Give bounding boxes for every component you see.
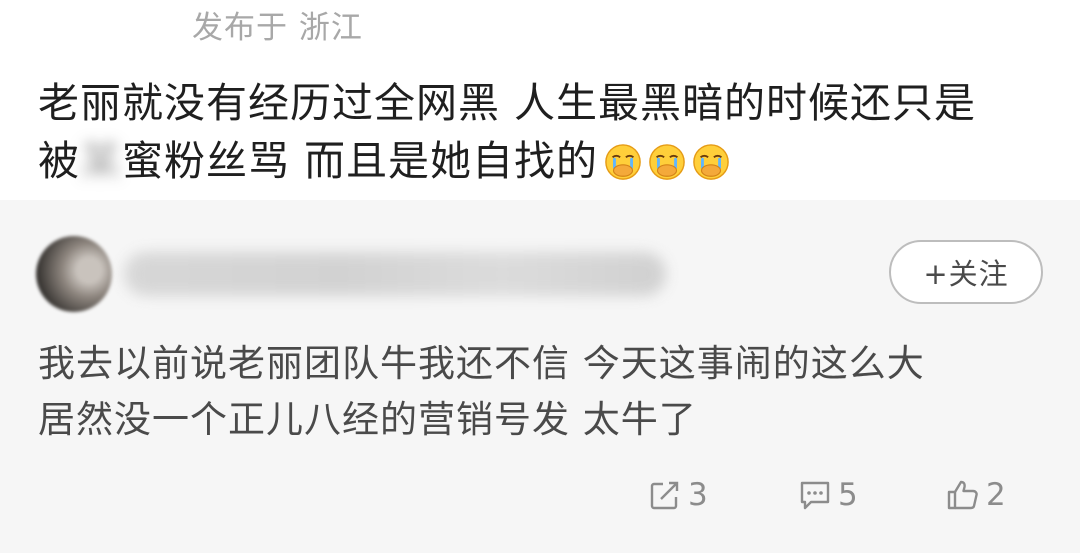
comment-button[interactable]: 5: [798, 470, 858, 520]
thumbs-up-icon: [947, 480, 978, 510]
cry-emoji-icon: [604, 138, 642, 180]
post-text-part: 被: [38, 137, 80, 185]
share-button[interactable]: 3: [648, 470, 708, 520]
repost-card[interactable]: +关注 我去以前说老丽团队牛我还不信 今天这事闹的这么大 居然没一个正儿八经的营…: [0, 200, 1080, 553]
repost-text-line-2: 居然没一个正儿八经的营销号发 太牛了: [38, 398, 697, 441]
post-text-part: 蜜粉丝骂 而且是她自找的: [122, 137, 599, 185]
repost-text-line-1: 我去以前说老丽团队牛我还不信 今天这事闹的这么大: [38, 342, 925, 385]
action-bar: 3 5 2: [0, 470, 1080, 520]
blurred-username[interactable]: [124, 252, 666, 296]
comment-count: 5: [838, 477, 858, 513]
post-text: 老丽就没有经历过全网黑 人生最黑暗的时候还只是 被某蜜粉丝骂 而且是她自找的: [38, 74, 1058, 190]
avatar[interactable]: [36, 236, 112, 312]
cry-emoji-icon: [648, 138, 686, 180]
repost-text: 我去以前说老丽团队牛我还不信 今天这事闹的这么大 居然没一个正儿八经的营销号发 …: [38, 336, 1048, 448]
share-count: 3: [688, 477, 708, 513]
cry-emoji-icon: [692, 138, 730, 180]
original-post: 发布于 浙江 老丽就没有经历过全网黑 人生最黑暗的时候还只是 被某蜜粉丝骂 而且…: [0, 0, 1080, 200]
like-button[interactable]: 2: [946, 470, 1006, 520]
post-text-line-1: 老丽就没有经历过全网黑 人生最黑暗的时候还只是: [38, 79, 977, 127]
comment-icon: [800, 481, 830, 510]
post-text-line-2: 被某蜜粉丝骂 而且是她自找的: [38, 132, 1058, 190]
post-location: 发布于 浙江: [192, 10, 363, 46]
blurred-name: 某: [80, 137, 122, 185]
follow-button[interactable]: +关注: [889, 240, 1043, 304]
share-icon: [650, 481, 679, 510]
like-count: 2: [986, 477, 1006, 513]
